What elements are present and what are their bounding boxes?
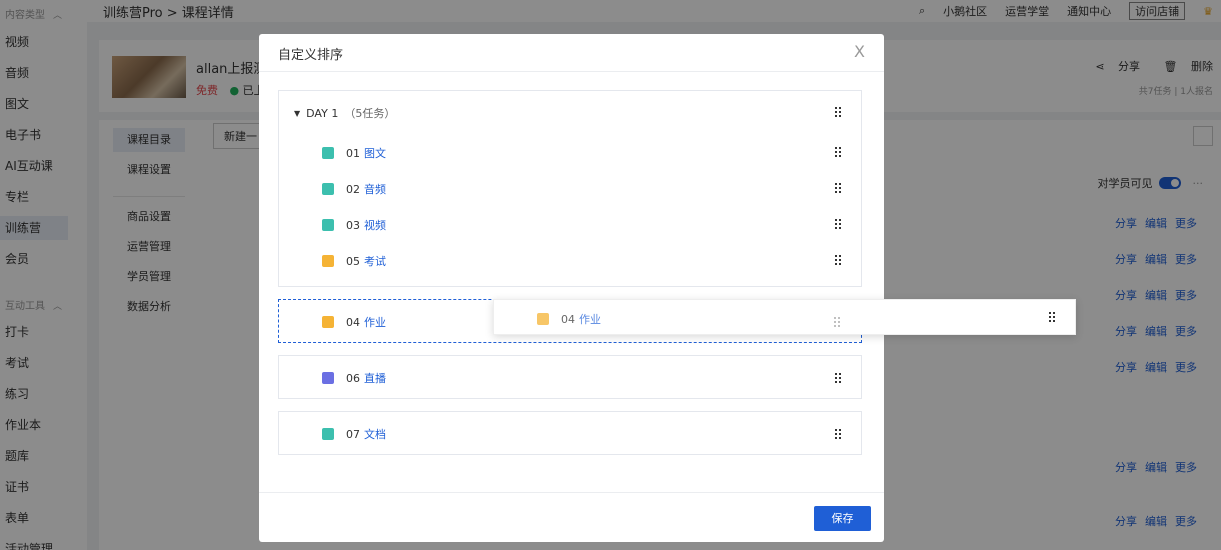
task-item[interactable]: 06 直播 (278, 355, 862, 399)
task-row: 07 文档 (322, 426, 386, 442)
task-name: 视频 (364, 219, 386, 232)
modal-header: 自定义排序 X (259, 34, 884, 72)
drag-handle-icon[interactable] (835, 183, 843, 193)
modal-footer: 保存 (259, 492, 884, 542)
task-row: 04 作业 (322, 314, 386, 330)
drag-handle-icon[interactable] (835, 107, 843, 117)
day-header[interactable]: ▼ DAY 1 （5任务） (294, 105, 395, 121)
sort-modal: 自定义排序 X ▼ DAY 1 （5任务） 01 图文 02 音频 03 视频 … (259, 34, 884, 542)
task-number: 01 (346, 146, 360, 160)
caret-down-icon[interactable]: ▼ (294, 109, 300, 118)
task-item[interactable]: 03 视频 (322, 217, 386, 233)
task-item[interactable]: 07 文档 (278, 411, 862, 455)
task-row: 04 作业 (537, 311, 601, 327)
audio-icon (322, 183, 334, 195)
image-text-icon (322, 147, 334, 159)
homework-icon (322, 316, 334, 328)
day-task-count: （5任务） (344, 107, 396, 120)
homework-icon (537, 313, 549, 325)
live-icon (322, 372, 334, 384)
drag-handle-icon (834, 317, 842, 327)
exam-icon (322, 255, 334, 267)
task-name: 作业 (579, 313, 601, 326)
task-name: 文档 (364, 428, 386, 441)
day-label: DAY 1 (306, 106, 339, 120)
task-item[interactable]: 02 音频 (322, 181, 386, 197)
task-name: 音频 (364, 183, 386, 196)
task-number: 06 (346, 371, 360, 385)
task-name: 直播 (364, 372, 386, 385)
modal-title: 自定义排序 (278, 48, 344, 63)
task-number: 02 (346, 182, 360, 196)
day-group: ▼ DAY 1 （5任务） 01 图文 02 音频 03 视频 05 考试 (278, 90, 862, 287)
task-number: 04 (561, 312, 575, 326)
task-name: 图文 (364, 147, 386, 160)
task-item[interactable]: 05 考试 (322, 253, 386, 269)
drag-handle-icon[interactable] (835, 147, 843, 157)
task-row: 06 直播 (322, 370, 386, 386)
task-number: 03 (346, 218, 360, 232)
dragging-task[interactable]: 04 作业 (493, 299, 1076, 335)
task-number: 05 (346, 254, 360, 268)
task-item[interactable]: 01 图文 (322, 145, 386, 161)
drag-handle-icon[interactable] (835, 255, 843, 265)
task-number: 07 (346, 427, 360, 441)
document-icon (322, 428, 334, 440)
drag-handle-icon[interactable] (1049, 312, 1057, 322)
close-icon[interactable]: X (854, 42, 865, 61)
task-name: 考试 (364, 255, 386, 268)
task-number: 04 (346, 315, 360, 329)
drag-handle-icon[interactable] (835, 219, 843, 229)
save-button[interactable]: 保存 (814, 506, 871, 531)
video-icon (322, 219, 334, 231)
drag-handle-icon[interactable] (835, 373, 843, 383)
drag-handle-icon[interactable] (835, 429, 843, 439)
task-name: 作业 (364, 316, 386, 329)
